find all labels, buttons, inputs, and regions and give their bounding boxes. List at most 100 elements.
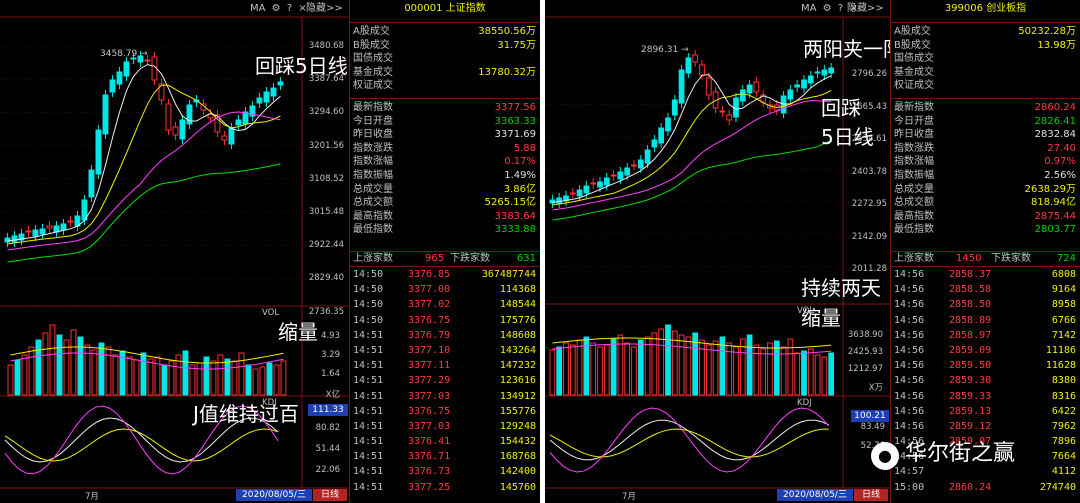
volume-bar	[280, 360, 287, 396]
tick-row[interactable]: 14:51 3377.29 123616	[350, 375, 540, 390]
stat-label: B股成交	[353, 39, 390, 51]
tick-row[interactable]: 15:00 2860.24 274740	[891, 482, 1080, 497]
tick-row[interactable]: 14:56 2859.13 6422	[891, 406, 1080, 421]
left-chart-panel[interactable]: MA ⚙ ? × 3458.79 → 3480.68 3387.64 3294.60…	[0, 0, 349, 503]
tick-time: 14:56	[894, 390, 925, 402]
stat-row: 基金成交 13780.32万	[350, 66, 540, 80]
tick-row[interactable]: 14:50 3377.02 148544	[350, 299, 540, 314]
candle-body	[665, 117, 671, 132]
tick-row[interactable]: 14:51 3376.75 155776	[350, 406, 540, 421]
period-button[interactable]: 日线	[854, 489, 888, 501]
stat-row: 最低指数 3333.88	[350, 223, 540, 237]
stat-value: 0.17%	[504, 156, 536, 168]
tick-volume: 11628	[1045, 360, 1076, 372]
stat-value: 1.49%	[504, 169, 536, 181]
tick-row[interactable]: 14:56 2858.58 9164	[891, 284, 1080, 299]
candle-body	[610, 174, 617, 177]
stat-value: 2875.44	[1034, 210, 1076, 222]
tick-price: 3377.11	[408, 360, 451, 372]
tick-row[interactable]: 14:56 2859.30 8380	[891, 375, 1080, 390]
hide-button[interactable]: 隐藏>>	[847, 0, 891, 17]
tick-row[interactable]: 14:51 3376.79 148608	[350, 330, 540, 345]
axis-tick-label: 3015.48	[308, 207, 344, 217]
left-breadth: 上涨家数 965 下跌家数 631	[353, 253, 536, 264]
axis-tick-label: 1.64	[321, 369, 340, 379]
tick-time: 14:51	[353, 420, 384, 432]
right-summary: A股成交 50232.28万 B股成交 13.98万 国债成交 基金成交 权证成交	[891, 25, 1080, 93]
tick-volume: 7142	[1051, 329, 1076, 341]
axis-tick-label: 3638.90	[847, 330, 883, 340]
stat-label: 国债成交	[894, 53, 934, 65]
left-tick-list[interactable]: 14:50 3376.85 367487744 14:50 3377.00 114368 1…	[350, 269, 540, 497]
axis-tick-label: 3201.56	[308, 140, 344, 151]
candle-body	[705, 77, 712, 96]
tick-row[interactable]: 14:56 2858.50 8958	[891, 299, 1080, 314]
tick-row[interactable]: 14:51 3376.73 142400	[350, 466, 540, 481]
volume-bar	[801, 350, 807, 396]
tick-time: 14:56	[894, 329, 925, 341]
volume-bar	[814, 354, 821, 396]
volume-bar	[665, 324, 671, 396]
tick-row[interactable]: 14:50 3376.75 175776	[350, 315, 540, 330]
tick-time: 14:56	[894, 269, 925, 280]
tick-row[interactable]: 14:50 3377.00 114368	[350, 284, 540, 299]
tick-time: 14:56	[894, 420, 925, 432]
candle-body	[102, 94, 109, 135]
candle-body	[242, 111, 249, 125]
period-button[interactable]: 日线	[313, 489, 347, 501]
candle-body	[11, 235, 18, 243]
tick-row[interactable]: 14:56 2858.37 6808	[891, 269, 1080, 284]
volume-bar	[217, 354, 224, 396]
stat-label: 指数振幅	[894, 169, 934, 181]
stat-value: 5265.15亿	[484, 197, 536, 209]
tick-row[interactable]: 14:51 3377.10 143264	[350, 345, 540, 360]
tick-row[interactable]: 14:56 2858.97 7142	[891, 330, 1080, 345]
stat-label: 基金成交	[353, 66, 393, 78]
tick-volume: 145760	[499, 481, 536, 493]
tick-row[interactable]: 14:56 2859.09 11186	[891, 345, 1080, 360]
tick-time: 14:56	[894, 360, 925, 372]
tick-row[interactable]: 14:51 3376.41 154432	[350, 436, 540, 451]
volume-bar	[70, 329, 77, 396]
annotation-two-days: 持续两天	[801, 276, 881, 300]
axis-tick-label: 2142.09	[851, 231, 887, 242]
volume-bar	[231, 360, 238, 396]
tick-row[interactable]: 14:56 2859.12 7962	[891, 421, 1080, 436]
axis-tick-label: 2011.28	[851, 264, 887, 274]
tick-price: 3377.00	[408, 284, 451, 296]
candle-body	[109, 79, 116, 93]
tick-price: 2859.30	[949, 375, 992, 387]
stat-row: A股成交 38550.56万	[350, 25, 540, 39]
tick-row[interactable]: 14:56 2859.50 11628	[891, 360, 1080, 375]
tick-row[interactable]: 14:51 3377.03 134912	[350, 391, 540, 406]
volume-bar	[773, 340, 780, 396]
tick-time: 15:00	[894, 481, 925, 493]
right-candle-chart[interactable]: 2896.31 →	[545, 0, 890, 503]
volume-bar	[77, 336, 84, 396]
tick-row[interactable]: 14:51 3377.03 129248	[350, 421, 540, 436]
volume-bar	[196, 362, 203, 396]
tick-row[interactable]: 14:51 3376.71 168768	[350, 451, 540, 466]
hide-button[interactable]: 隐藏>>	[306, 0, 350, 17]
candle-body	[88, 169, 95, 198]
volume-bar	[35, 339, 42, 396]
volume-bar	[685, 336, 692, 396]
tick-row[interactable]: 14:56 2859.33 8316	[891, 391, 1080, 406]
volume-bar	[739, 338, 746, 396]
volume-bar	[637, 339, 644, 396]
tick-row[interactable]: 14:50 3376.85 367487744	[350, 269, 540, 284]
tick-row[interactable]: 14:51 3377.11 147232	[350, 360, 540, 375]
volume-bar	[590, 342, 597, 396]
annotation-two-yang-one-yin: 两阳夹一阴	[803, 37, 903, 61]
tick-row[interactable]: 14:56 2858.89 6766	[891, 315, 1080, 330]
right-chart-panel[interactable]: MA ⚙ ? × 2896.31 → 2796.26 2665.43 2534.61…	[545, 0, 903, 503]
volume-bar	[21, 354, 28, 396]
stat-row: 最高指数 3383.64	[350, 210, 540, 224]
volume-bar	[126, 356, 133, 396]
tick-row[interactable]: 14:51 3377.25 145760	[350, 482, 540, 497]
candle-body	[583, 185, 590, 194]
stat-value: 818.94亿	[1031, 197, 1076, 209]
tick-volume: 168768	[499, 451, 536, 463]
candle-body	[603, 177, 610, 186]
candle-body	[624, 167, 631, 176]
